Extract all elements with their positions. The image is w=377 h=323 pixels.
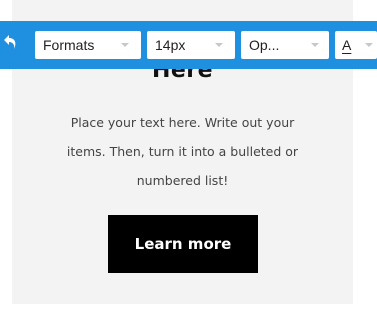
body-line: numbered list! [136, 173, 229, 188]
body-line: Place your text here. Write out your [70, 115, 295, 130]
learn-more-button[interactable]: Learn more [108, 215, 258, 273]
chevron-down-icon [121, 43, 129, 47]
font-family-select-value: Op... [249, 37, 280, 53]
formats-select-value: Formats [43, 37, 95, 53]
text-color-select[interactable]: A [335, 31, 377, 59]
text-color-select-value: A [342, 37, 352, 53]
font-size-select[interactable]: 14px [147, 31, 235, 59]
chevron-down-icon [215, 43, 223, 47]
font-size-select-value: 14px [155, 37, 186, 53]
undo-arrow-icon[interactable] [0, 34, 20, 56]
chevron-down-icon [365, 43, 373, 47]
chevron-down-icon [311, 43, 319, 47]
text-format-toolbar: Formats 14px Op... A [0, 21, 377, 69]
body-line: items. Then, turn it into a bulleted or [66, 144, 299, 159]
formats-select[interactable]: Formats [35, 31, 141, 59]
font-family-select[interactable]: Op... [241, 31, 329, 59]
body-text: Place your text here. Write out your ite… [22, 108, 343, 195]
